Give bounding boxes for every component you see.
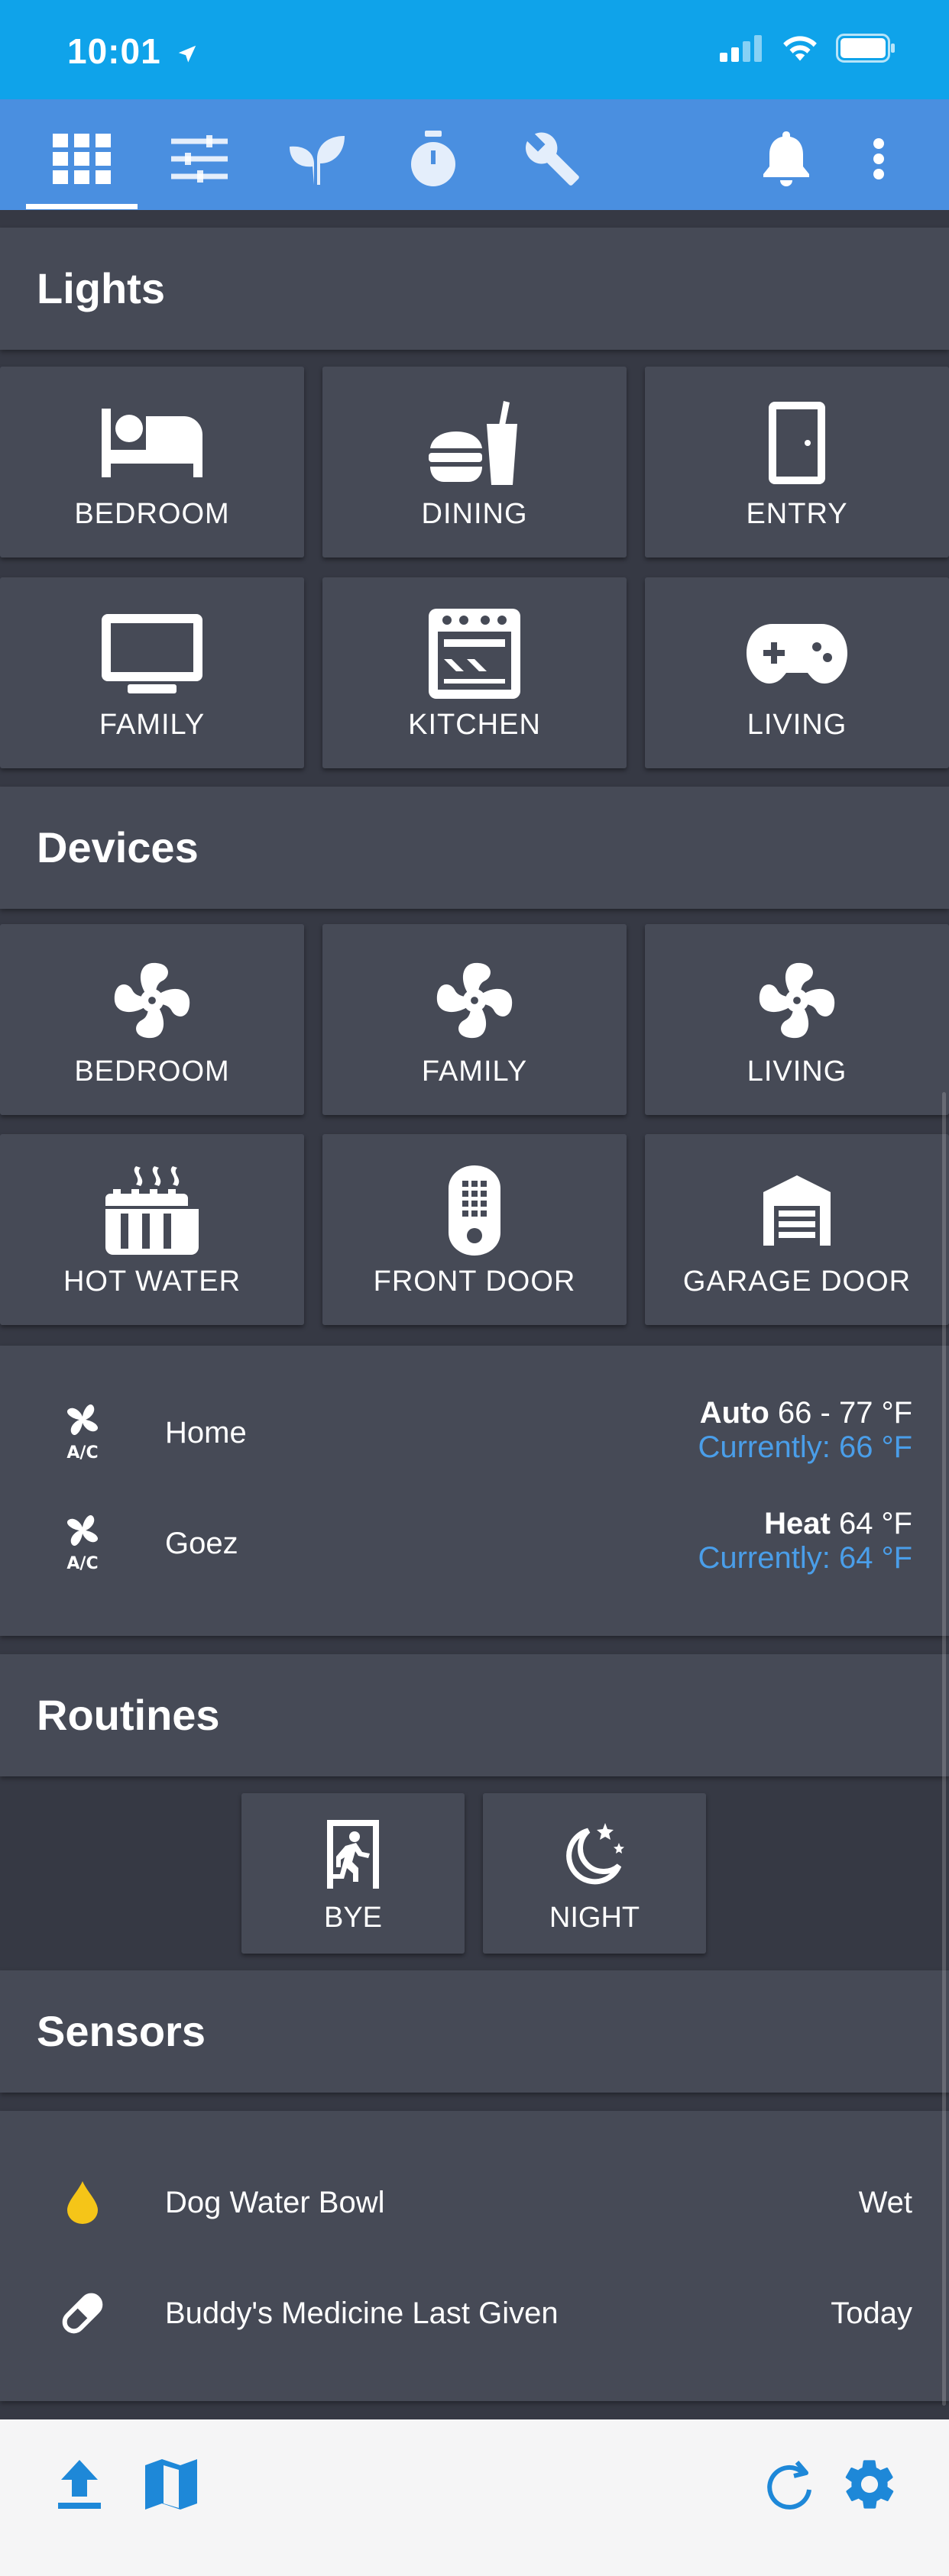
exit-run-icon: [241, 1816, 465, 1892]
tile-label: BEDROOM: [74, 498, 230, 530]
climate-values: Auto 66 - 77 °F Currently: 66 °F: [698, 1396, 912, 1465]
stove-icon: [322, 608, 627, 700]
routine-tile-night[interactable]: NIGHT: [483, 1793, 706, 1954]
climate-values: Heat 64 °F Currently: 64 °F: [698, 1507, 912, 1576]
status-bar: 10:01: [0, 0, 949, 99]
scrollbar[interactable]: [942, 1092, 946, 2406]
tile-label: ENTRY: [746, 498, 848, 530]
lights-title: Lights: [37, 264, 165, 312]
grid-icon[interactable]: [51, 128, 112, 189]
location-arrow-icon: [179, 45, 196, 63]
sensors-title: Sensors: [37, 2007, 206, 2055]
map-icon[interactable]: [141, 2454, 202, 2515]
tile-label: BYE: [323, 1902, 383, 1934]
device-tile-hot-water[interactable]: HOT WATER: [0, 1134, 304, 1325]
climate-current: Currently: 66 °F: [698, 1430, 912, 1464]
light-tile-kitchen[interactable]: KITCHEN: [322, 577, 627, 768]
upload-icon[interactable]: [49, 2454, 110, 2515]
light-tile-family[interactable]: FAMILY: [0, 577, 304, 768]
air-conditioner-icon: A/C: [55, 1514, 110, 1570]
tv-icon: [0, 608, 304, 700]
tile-label: DINING: [421, 498, 528, 530]
tile-label: LIVING: [747, 709, 847, 741]
wrench-icon[interactable]: [522, 128, 583, 189]
tile-label: NIGHT: [549, 1902, 640, 1934]
device-tile-family[interactable]: FAMILY: [322, 924, 627, 1115]
climate-row-home[interactable]: A/C Home Auto 66 - 77 °F Currently: 66 °…: [0, 1391, 949, 1475]
light-tile-dining[interactable]: DINING: [322, 367, 627, 558]
device-tile-garage-door[interactable]: GARAGE DOOR: [645, 1134, 949, 1325]
climate-mode: Auto: [699, 1396, 769, 1430]
air-conditioner-icon: A/C: [55, 1404, 110, 1459]
tile-label: FAMILY: [99, 709, 206, 741]
fan-icon: [645, 955, 949, 1046]
tile-label: GARAGE DOOR: [682, 1265, 912, 1298]
status-icons: [720, 34, 896, 63]
moon-stars-icon: [483, 1816, 706, 1892]
device-tile-front-door[interactable]: FRONT DOOR: [322, 1134, 627, 1325]
sensors-panel: Dog Water Bowl Wet Buddy's Medicine Last…: [0, 2111, 949, 2401]
svg-text:A/C: A/C: [66, 1554, 98, 1570]
door-icon: [645, 397, 949, 489]
wifi-icon: [783, 36, 817, 61]
sensor-value: Wet: [858, 2186, 912, 2219]
sensor-name: Dog Water Bowl: [165, 2186, 385, 2219]
bottom-bar: [0, 2419, 949, 2576]
tile-label: FAMILY: [421, 1055, 528, 1088]
settings-icon[interactable]: [839, 2454, 900, 2515]
climate-setpoint: 66 - 77 °F: [777, 1396, 912, 1430]
sensors-header: Sensors: [0, 1970, 949, 2093]
climate-mode: Heat: [764, 1507, 831, 1540]
tile-label: LIVING: [747, 1055, 847, 1088]
device-tile-bedroom[interactable]: BEDROOM: [0, 924, 304, 1115]
top-toolbar: [0, 99, 949, 210]
climate-setpoint: 64 °F: [838, 1507, 912, 1540]
refresh-icon[interactable]: [760, 2454, 821, 2515]
light-tile-bedroom[interactable]: BEDROOM: [0, 367, 304, 558]
food-drink-icon: [322, 397, 627, 489]
fan-icon: [0, 955, 304, 1046]
status-time: 10:01: [67, 31, 199, 72]
heater-icon: [0, 1165, 304, 1256]
routines-header: Routines: [0, 1654, 949, 1776]
signal-icon: [720, 35, 762, 62]
bell-icon[interactable]: [756, 128, 817, 189]
routine-tile-bye[interactable]: BYE: [241, 1793, 465, 1954]
routines-title: Routines: [37, 1691, 220, 1739]
battery-icon: [836, 34, 895, 63]
devices-title: Devices: [37, 823, 199, 871]
light-tile-entry[interactable]: ENTRY: [645, 367, 949, 558]
climate-name: Goez: [165, 1527, 238, 1560]
tile-label: KITCHEN: [408, 709, 541, 741]
sensor-row-dog-water-bowl[interactable]: Dog Water Bowl Wet: [0, 2172, 949, 2233]
tile-label: HOT WATER: [63, 1265, 241, 1298]
fan-icon: [322, 955, 627, 1046]
sensor-row-buddys-medicine[interactable]: Buddy's Medicine Last Given Today: [0, 2283, 949, 2344]
tile-label: FRONT DOOR: [373, 1265, 576, 1298]
pill-icon: [55, 2286, 110, 2341]
sprout-icon[interactable]: [287, 128, 348, 189]
svg-text:A/C: A/C: [66, 1443, 98, 1459]
devices-header: Devices: [0, 787, 949, 909]
sensor-value: Today: [831, 2296, 912, 2330]
stopwatch-icon[interactable]: [403, 128, 464, 189]
time-text: 10:01: [67, 31, 161, 71]
device-tile-living[interactable]: LIVING: [645, 924, 949, 1115]
garage-icon: [645, 1165, 949, 1256]
tile-label: BEDROOM: [74, 1055, 230, 1088]
sliders-icon[interactable]: [169, 128, 230, 189]
bed-icon: [0, 397, 304, 489]
climate-name: Home: [165, 1416, 247, 1450]
remote-icon: [322, 1165, 627, 1256]
water-drop-icon: [55, 2175, 110, 2230]
light-tile-living[interactable]: LIVING: [645, 577, 949, 768]
climate-panel: A/C Home Auto 66 - 77 °F Currently: 66 °…: [0, 1346, 949, 1636]
sensor-name: Buddy's Medicine Last Given: [165, 2296, 559, 2330]
active-tab-indicator: [26, 204, 138, 209]
lights-header: Lights: [0, 228, 949, 350]
gamepad-icon: [645, 608, 949, 700]
more-vertical-icon[interactable]: [848, 128, 909, 189]
climate-row-goez[interactable]: A/C Goez Heat 64 °F Currently: 64 °F: [0, 1502, 949, 1586]
climate-current: Currently: 64 °F: [698, 1541, 912, 1575]
